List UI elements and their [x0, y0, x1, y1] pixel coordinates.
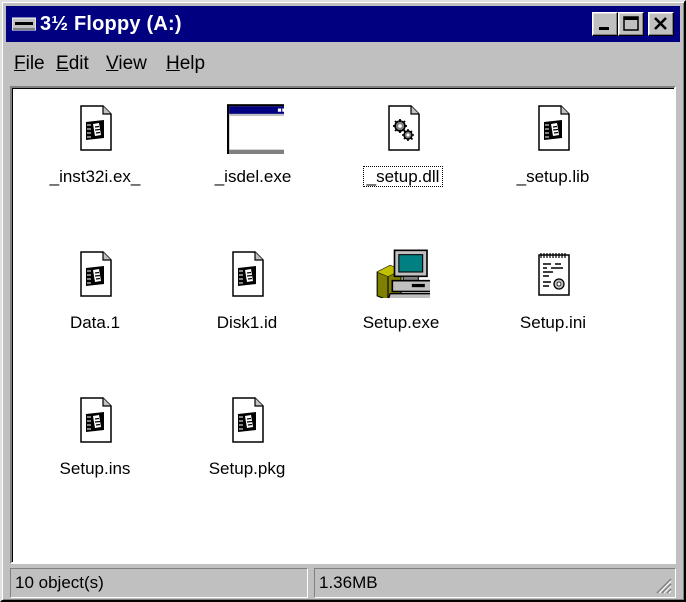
maximize-icon: [623, 16, 639, 31]
status-size: 1.36MB: [314, 568, 676, 598]
menu-file-accel: F: [14, 53, 26, 74]
file-item[interactable]: Setup.ins: [30, 396, 160, 516]
file-name-text: Setup.ins: [59, 459, 131, 478]
file-name: Data.1: [30, 312, 160, 334]
close-icon: [654, 17, 667, 30]
file-name-text: Data.1: [69, 313, 121, 332]
minimize-button[interactable]: [592, 12, 618, 36]
file-item[interactable]: Setup.exe: [336, 249, 466, 370]
installshield-file-icon: [80, 105, 112, 151]
resize-grip-icon[interactable]: [654, 576, 672, 594]
file-name: Setup.ins: [30, 458, 160, 480]
file-name-text: Setup.ini: [519, 313, 587, 332]
installshield-file-icon: [80, 397, 112, 443]
file-name-text: _inst32i.ex_: [49, 167, 141, 186]
menu-view-accel: V: [106, 53, 119, 74]
config-notepad-icon: [538, 253, 570, 296]
menu-view-label: iew: [118, 53, 147, 74]
window-title: 3½ Floppy (A:): [40, 13, 182, 35]
status-bar: 10 object(s) 1.36MB: [10, 568, 676, 598]
menu-edit[interactable]: Edit: [54, 52, 91, 76]
file-name: Setup.pkg: [182, 458, 312, 480]
application-window-icon: [227, 104, 284, 154]
file-name: _isdel.exe: [188, 166, 318, 188]
menu-view[interactable]: View: [104, 52, 149, 76]
file-name: Setup.exe: [336, 312, 466, 334]
menu-help-label: elp: [179, 53, 206, 74]
menu-bar: File Edit View Help: [6, 44, 680, 82]
file-item[interactable]: _inst32i.ex_: [30, 104, 160, 224]
file-name-text: Setup.pkg: [208, 459, 286, 478]
file-name: Setup.ini: [488, 312, 618, 334]
installshield-file-icon: [232, 251, 264, 297]
file-item[interactable]: _setup.dll: [338, 104, 468, 224]
setup-computer-icon: [376, 249, 430, 298]
dll-gears-icon: [388, 105, 420, 151]
file-name-text: _setup.lib: [516, 167, 590, 186]
file-item[interactable]: Disk1.id: [182, 250, 312, 370]
file-item[interactable]: Setup.pkg: [182, 396, 312, 516]
menu-help[interactable]: Help: [164, 52, 207, 76]
file-item[interactable]: Setup.ini: [488, 250, 618, 370]
explorer-window: 3½ Floppy (A:) File Edit View Help _inst…: [0, 0, 686, 602]
maximize-button[interactable]: [618, 12, 644, 36]
menu-help-accel: H: [166, 53, 180, 74]
menu-edit-label: dit: [68, 53, 89, 74]
installshield-file-icon: [232, 397, 264, 443]
minimize-icon: [599, 27, 609, 30]
installshield-file-icon: [538, 105, 570, 151]
file-item[interactable]: Data.1: [30, 250, 160, 370]
installshield-file-icon: [80, 251, 112, 297]
file-name-text: _isdel.exe: [214, 167, 292, 186]
file-item[interactable]: _setup.lib: [488, 104, 618, 224]
file-name: _setup.lib: [488, 166, 618, 188]
floppy-drive-icon: [12, 17, 36, 31]
close-button[interactable]: [648, 12, 674, 36]
file-name: _inst32i.ex_: [30, 166, 160, 188]
file-item[interactable]: _isdel.exe: [188, 104, 318, 224]
file-name-text: Setup.exe: [362, 313, 440, 332]
folder-view[interactable]: _inst32i.ex_ _isdel.exe _setup.dll _setu…: [10, 86, 676, 564]
menu-file-label: ile: [25, 53, 45, 74]
file-name: _setup.dll: [338, 166, 468, 188]
file-name: Disk1.id: [182, 312, 312, 334]
file-name-text: Disk1.id: [216, 313, 278, 332]
file-name-text: _setup.dll: [362, 166, 444, 187]
title-bar[interactable]: 3½ Floppy (A:): [6, 6, 680, 42]
menu-edit-accel: E: [56, 53, 69, 74]
menu-file[interactable]: File: [12, 52, 47, 76]
status-object-count: 10 object(s): [10, 568, 308, 598]
